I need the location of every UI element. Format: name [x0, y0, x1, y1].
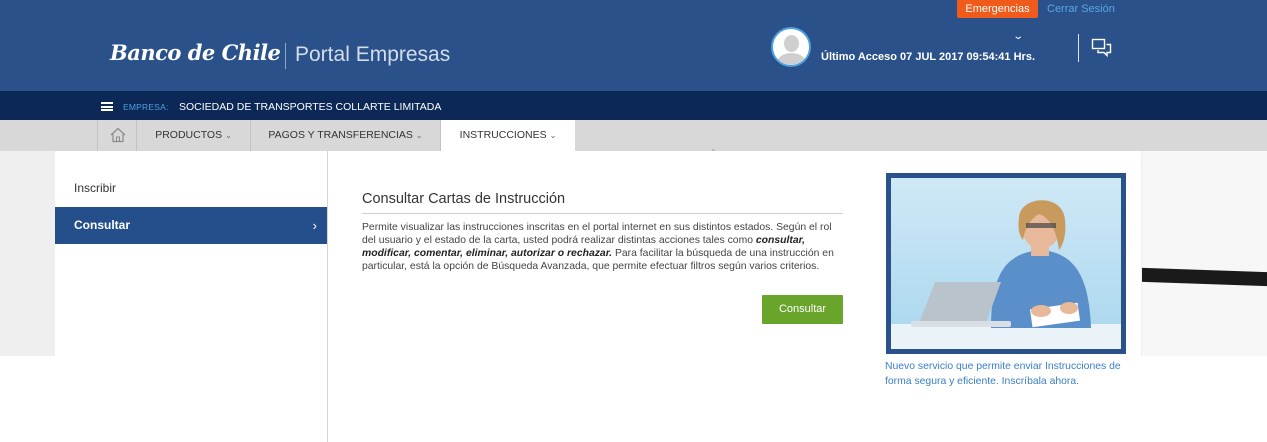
- tab-instrucciones[interactable]: INSTRUCCIONES ⌄: [441, 120, 575, 151]
- header: Emergencias Cerrar Sesión Banco de Chile…: [0, 0, 1267, 91]
- tab-pagos-transferencias[interactable]: PAGOS Y TRANSFERENCIAS ⌄: [251, 120, 441, 151]
- logout-link[interactable]: Cerrar Sesión: [1047, 2, 1115, 16]
- sidebar-item-inscribir[interactable]: Inscribir: [55, 170, 327, 207]
- sidebar-item-consultar[interactable]: Consultar ›: [55, 207, 327, 244]
- home-icon[interactable]: [97, 120, 137, 151]
- chevron-right-icon: ›: [312, 218, 317, 233]
- brand-divider: [285, 43, 286, 69]
- main-nav: PRODUCTOS ⌄ PAGOS Y TRANSFERENCIAS ⌄ INSTR…: [0, 120, 1267, 151]
- chevron-down-icon: ⌄: [549, 131, 557, 140]
- tab-productos[interactable]: PRODUCTOS ⌄: [137, 120, 251, 151]
- emergency-button[interactable]: Emergencias: [957, 0, 1038, 18]
- chevron-down-icon[interactable]: ⌄: [1012, 31, 1024, 42]
- company-bar: EMPRESA: SOCIEDAD DE TRANSPORTES COLLART…: [0, 91, 1267, 120]
- consultar-button[interactable]: Consultar: [762, 295, 843, 324]
- portal-name: Portal Empresas: [295, 43, 451, 66]
- description: Permite visualizar las instrucciones ins…: [362, 222, 834, 272]
- right-panel: [1142, 151, 1267, 356]
- chat-icon[interactable]: [1091, 38, 1113, 58]
- promo-image[interactable]: [886, 173, 1126, 354]
- sidebar: Inscribir Consultar ›: [55, 151, 327, 356]
- menu-icon[interactable]: [101, 102, 113, 111]
- company-name: SOCIEDAD DE TRANSPORTES COLLARTE LIMITAD…: [179, 101, 442, 113]
- user-avatar[interactable]: [771, 27, 811, 67]
- chevron-down-icon: ⌄: [225, 131, 232, 140]
- bank-logo[interactable]: Banco de Chile: [110, 40, 281, 65]
- chevron-down-icon: ⌄: [415, 131, 423, 140]
- page-title: Consultar Cartas de Instrucción: [362, 191, 843, 214]
- promo-link[interactable]: Nuevo servicio que permite enviar Instru…: [885, 359, 1125, 389]
- header-divider: [1078, 34, 1079, 62]
- company-label: EMPRESA:: [123, 102, 169, 112]
- last-access-text: Último Acceso 07 JUL 2017 09:54:41 Hrs.: [821, 51, 1036, 63]
- main-content: Consultar Cartas de Instrucción Permite …: [327, 151, 1141, 442]
